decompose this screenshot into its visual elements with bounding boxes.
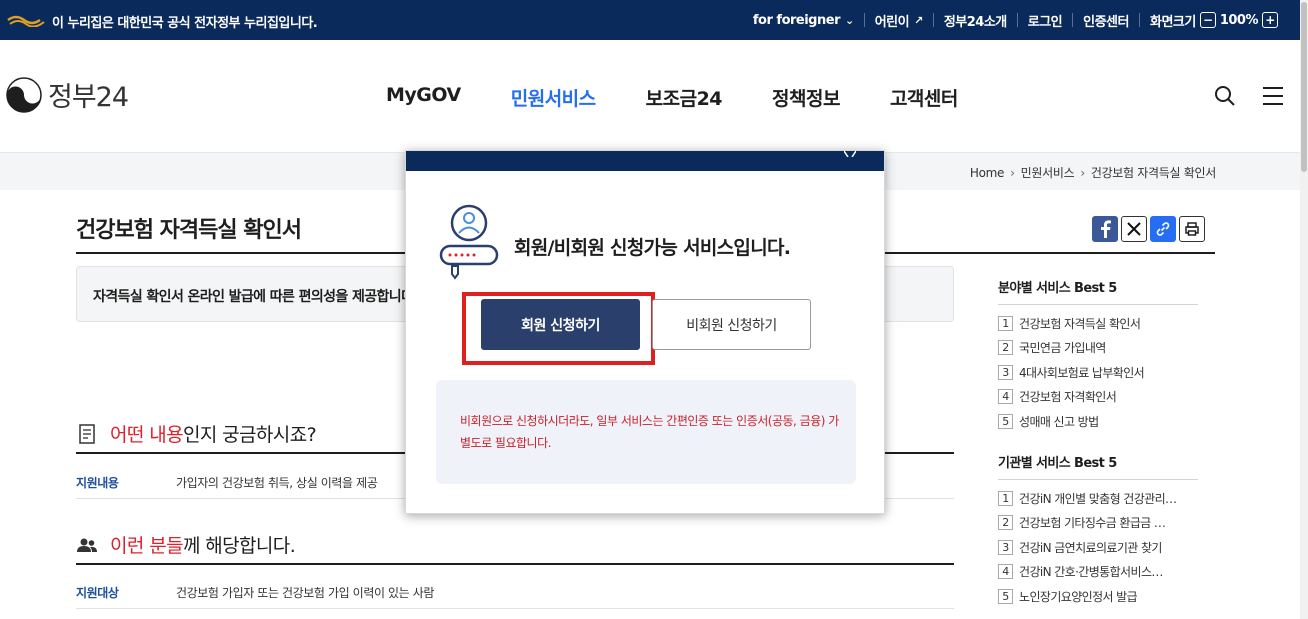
x-share-button[interactable]: [1121, 216, 1147, 242]
rank-number: 3: [998, 364, 1013, 380]
modal-notice: 비회원으로 신청하시더라도, 일부 서비스는 간편인증 또는 인증서(공동, 금…: [436, 380, 856, 484]
zoom-out-button[interactable]: −: [1199, 12, 1216, 28]
rank-number: 1: [998, 315, 1013, 331]
site-header: 정부24 MyGOV 민원서비스 보조금24 정책정보 고객센터: [0, 40, 1300, 152]
field-best-title: 분야별 서비스 Best 5: [998, 277, 1198, 305]
list-item[interactable]: 5 노인장기요양인정서 발급: [998, 584, 1198, 609]
list-item[interactable]: 1 건강iN 개인별 맞춤형 건강관리…: [998, 486, 1198, 511]
gov-notice-text: 이 누리집은 대한민국 공식 전자정부 누리집입니다.: [52, 16, 318, 31]
close-icon[interactable]: [844, 151, 856, 157]
cert-center-link[interactable]: 인증센터: [1072, 13, 1139, 30]
rank-number: 5: [998, 588, 1013, 604]
zoom-in-button[interactable]: +: [1262, 12, 1278, 28]
utility-links: for foreigner ⌄ 어린이 ↗ 정부24소개 로그인 인증센터 화면…: [743, 0, 1292, 40]
logo-text: 정부24: [48, 82, 129, 113]
notice-text: 비회원으로 신청하시더라도, 일부 서비스는 간편인증 또는 인증서(공동, 금…: [460, 414, 839, 450]
section-divider: [76, 563, 954, 565]
user-id-card-icon: [439, 204, 499, 280]
modal-title: 회원/비회원 신청가능 서비스입니다.: [514, 237, 791, 259]
support-content-value: 가입자의 건강보험 취득, 상실 이력을 제공: [176, 476, 378, 490]
page-title: 건강보험 자격득실 확인서: [76, 218, 302, 243]
zoom-control: 화면크기 − 100% +: [1138, 12, 1292, 30]
nav-customer-center[interactable]: 고객센터: [890, 84, 958, 111]
rank-number: 2: [998, 515, 1013, 531]
copy-link-button[interactable]: [1150, 216, 1176, 242]
guest-apply-button[interactable]: 비회원 신청하기: [652, 299, 811, 350]
link-icon: [1156, 222, 1170, 236]
target-value: 건강보험 가입자 또는 건강보험 가입 이력이 있는 사람: [176, 586, 434, 600]
gov-banner: 이 누리집은 대한민국 공식 전자정부 누리집입니다. for foreigne…: [0, 0, 1300, 40]
share-tools: [1092, 216, 1208, 242]
section-heading-content: 어떤 내용 인지 궁금하시죠?: [76, 420, 317, 447]
facebook-icon: [1101, 220, 1111, 238]
nav-policy-info[interactable]: 정책정보: [772, 84, 840, 111]
breadcrumb-civil-service[interactable]: 민원서비스: [1021, 164, 1075, 181]
nav-civil-service[interactable]: 민원서비스: [511, 84, 596, 111]
print-button[interactable]: [1179, 216, 1205, 242]
nav-subsidy24[interactable]: 보조금24: [646, 84, 723, 111]
zoom-value: 100%: [1219, 12, 1259, 28]
page-scrollbar[interactable]: [1300, 0, 1308, 619]
target-label: 지원대상: [76, 586, 119, 600]
section-heading-highlight: 이런 분들: [110, 535, 184, 557]
section-heading-rest: 인지 궁금하시죠?: [182, 424, 317, 446]
section-heading-target: 이런 분들 께 해당합니다.: [76, 531, 296, 558]
list-item[interactable]: 4 건강iN 간호·간병통합서비스…: [998, 560, 1198, 585]
support-content-label: 지원내용: [76, 476, 119, 490]
rank-number: 4: [998, 564, 1013, 580]
external-link-icon: ↗: [914, 13, 923, 27]
nav-mygov[interactable]: MyGOV: [386, 84, 461, 111]
agency-best-list: 1 건강iN 개인별 맞춤형 건강관리… 2 건강보험 기타징수금 환급금 … 3건…: [998, 486, 1198, 609]
foreigner-link[interactable]: for foreigner ⌄: [743, 13, 864, 28]
list-item[interactable]: 3 4대사회보험료 납부확인서: [998, 360, 1198, 385]
list-item[interactable]: 2 국민연금 가입내역: [998, 336, 1198, 361]
print-icon: [1185, 222, 1199, 236]
zoom-label: 화면크기: [1149, 14, 1196, 30]
people-icon: [77, 538, 97, 552]
summary-text: 자격득실 확인서 온라인 발급에 따른 편의성을 제공합니다.: [93, 289, 405, 305]
section-heading-highlight: 어떤 내용: [110, 424, 184, 446]
member-apply-button[interactable]: 회원 신청하기: [481, 299, 640, 350]
list-item[interactable]: 1 건강보험 자격득실 확인서: [998, 311, 1198, 336]
search-icon[interactable]: [1214, 85, 1236, 107]
scrollbar-thumb[interactable]: [1301, 2, 1307, 172]
gov-emblem-icon: [7, 15, 45, 27]
rank-number: 2: [998, 340, 1013, 356]
section-heading-rest: 께 해당합니다.: [182, 535, 296, 557]
document-icon: [79, 423, 95, 444]
list-item[interactable]: 4 건강보험 자격확인서: [998, 385, 1198, 410]
hamburger-menu-icon[interactable]: [1262, 86, 1284, 106]
chevron-right-icon: ›: [1010, 165, 1015, 180]
rank-number: 5: [998, 413, 1013, 429]
breadcrumb: Home › 민원서비스 › 건강보험 자격득실 확인서: [970, 164, 1216, 181]
login-link[interactable]: 로그인: [1016, 13, 1072, 30]
rank-number: 1: [998, 490, 1013, 506]
rank-number: 4: [998, 389, 1013, 405]
list-item[interactable]: 2 건강보험 기타징수금 환급금 …: [998, 511, 1198, 536]
breadcrumb-current[interactable]: 건강보험 자격득실 확인서: [1091, 164, 1216, 181]
list-item[interactable]: 5 성매매 신고 방법: [998, 409, 1198, 434]
main-nav: MyGOV 민원서비스 보조금24 정책정보 고객센터: [386, 84, 1008, 111]
facebook-share-button[interactable]: [1092, 216, 1118, 242]
field-best-list: 1 건강보험 자격득실 확인서 2 국민연금 가입내역 3 4대사회보험료 납부확인서…: [998, 311, 1198, 434]
table-row: 지원대상 건강보험 가입자 또는 건강보험 가입 이력이 있는 사람: [76, 572, 954, 609]
modal-header: [406, 151, 884, 171]
x-logo-icon: [1127, 222, 1141, 236]
apply-type-modal: 회원/비회원 신청가능 서비스입니다. 회원 신청하기 비회원 신청하기 비회원…: [405, 150, 885, 514]
field-best-panel: 분야별 서비스 Best 5 1 건강보험 자격득실 확인서 2 국민연금 가입내역…: [998, 277, 1198, 434]
breadcrumb-home[interactable]: Home: [970, 166, 1005, 180]
site-logo[interactable]: 정부24: [6, 75, 129, 114]
chevron-down-icon: ⌄: [844, 13, 854, 27]
rank-number: 3: [998, 539, 1013, 555]
chevron-right-icon: ›: [1080, 165, 1085, 180]
list-item[interactable]: 3 건강iN 금연치료의료기관 찾기: [998, 535, 1198, 560]
about-link[interactable]: 정부24소개: [932, 13, 1017, 30]
agency-best-title: 기관별 서비스 Best 5: [998, 452, 1198, 480]
kids-link[interactable]: 어린이 ↗: [863, 13, 933, 30]
taegeuk-logo-icon: [6, 76, 42, 113]
agency-best-panel: 기관별 서비스 Best 5 1 건강iN 개인별 맞춤형 건강관리… 2 건강보험…: [998, 452, 1198, 609]
